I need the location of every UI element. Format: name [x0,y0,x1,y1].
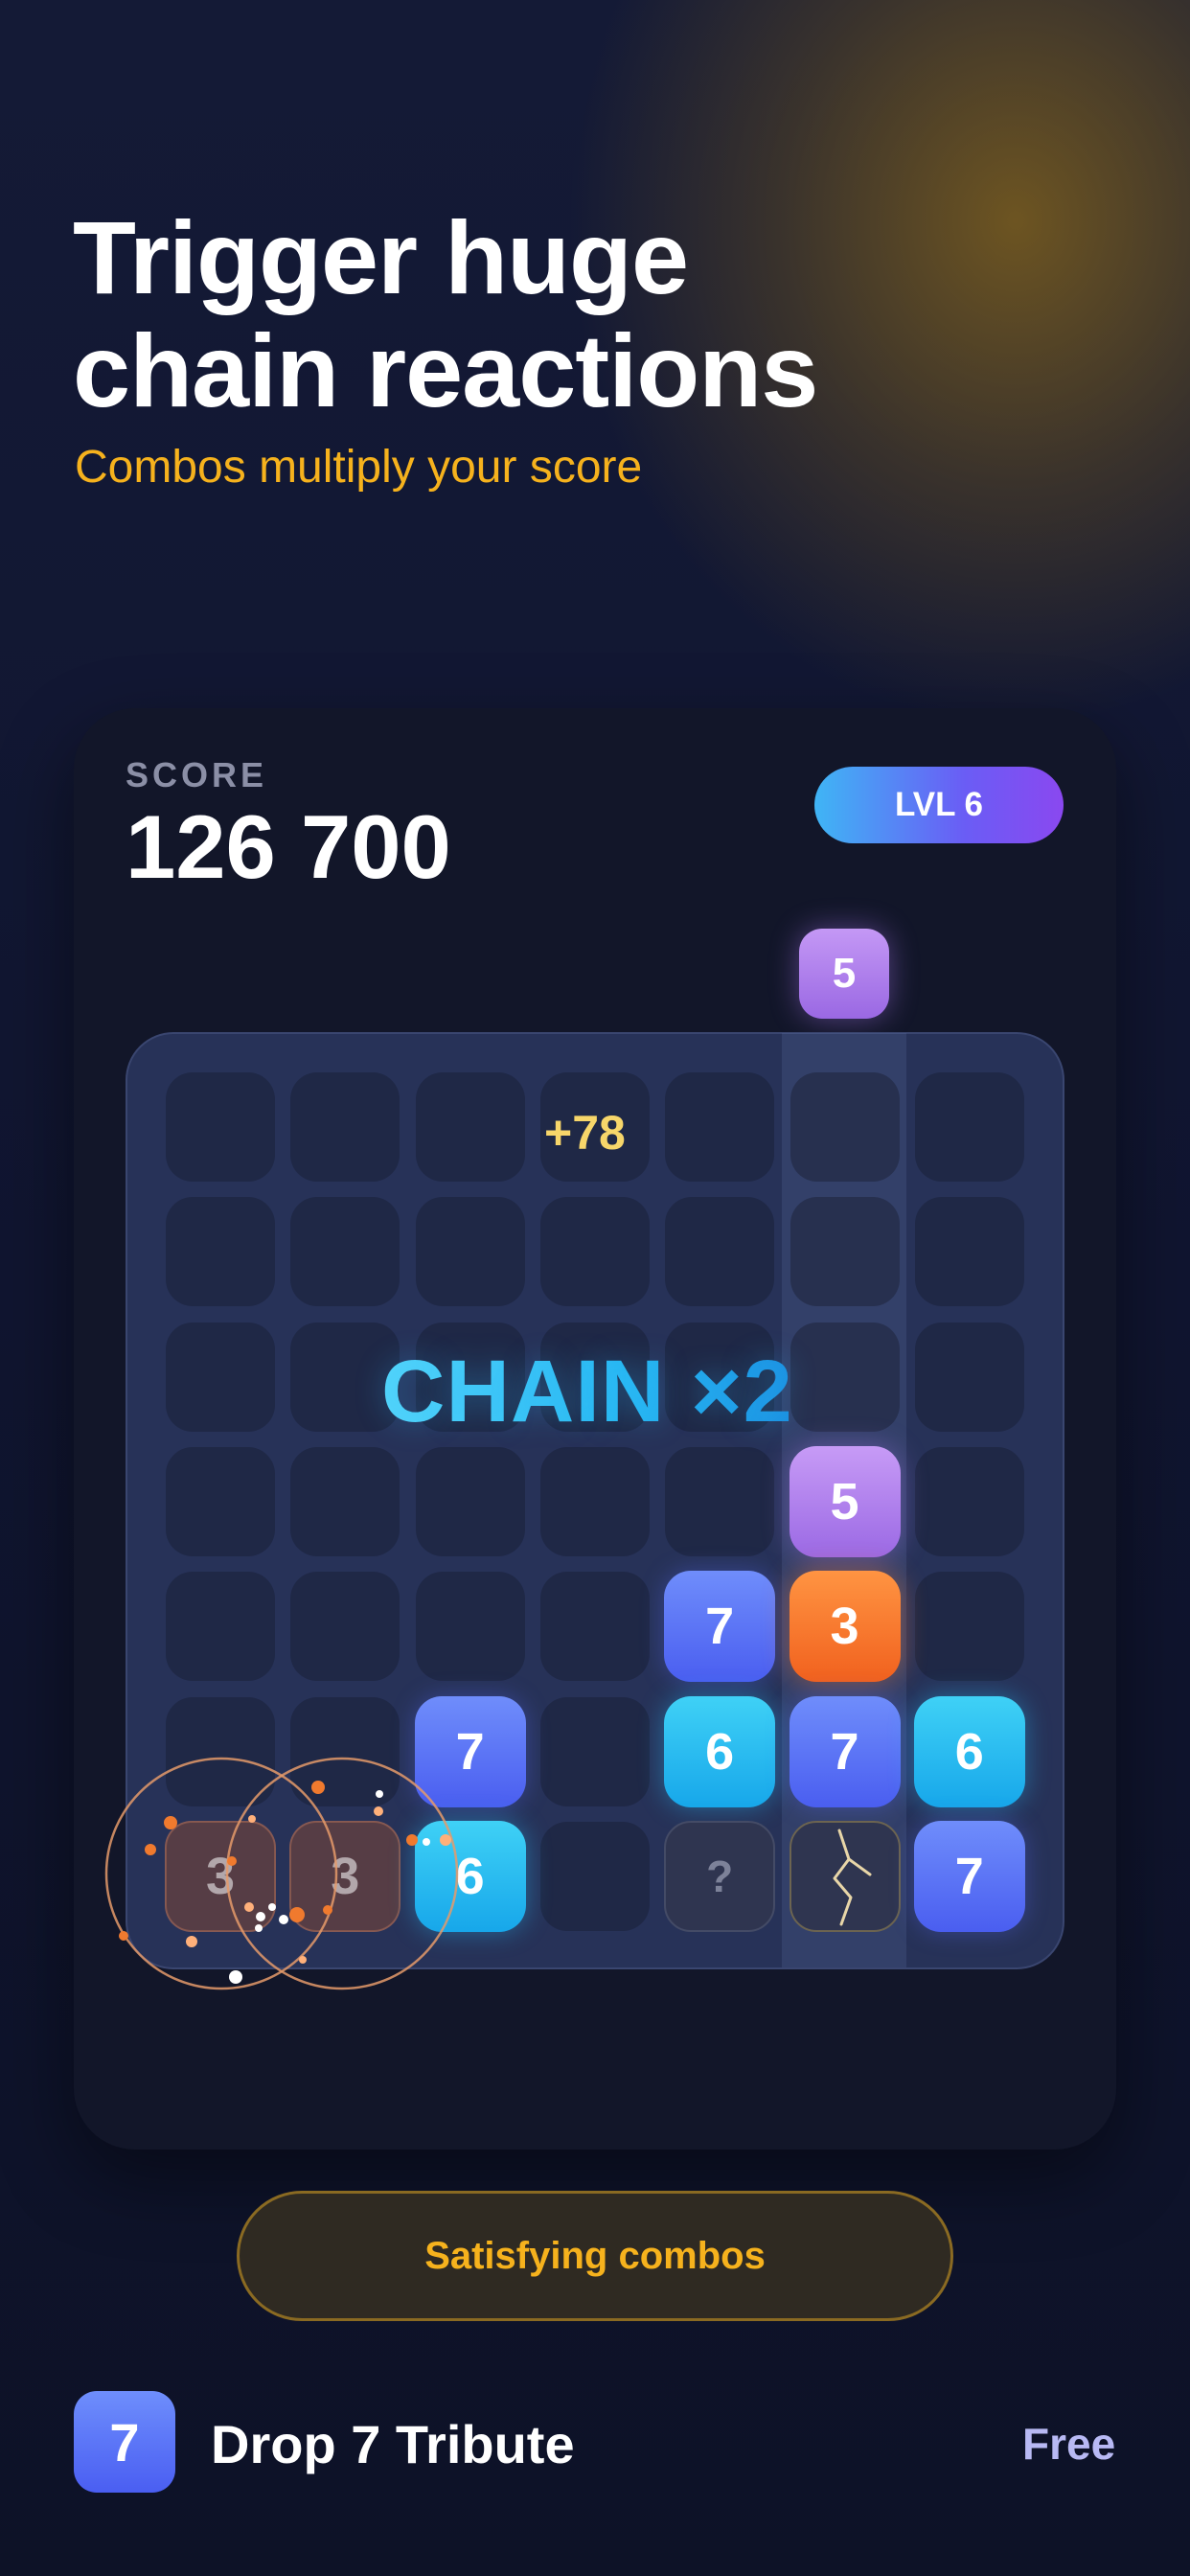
cracked-tile [789,1820,901,1932]
board-cell [290,1572,400,1682]
board-cell [665,1446,775,1556]
exploding-tile: 3 [289,1820,401,1932]
board-cell [539,1197,650,1307]
level-badge: LVL 6 [814,767,1064,843]
score-label: SCORE [126,755,268,794]
board-cell [539,1821,650,1931]
app-name[interactable]: Drop 7 Tribute [211,2413,575,2475]
number-tile: 7 [913,1820,1025,1932]
board-cell [790,1197,900,1307]
board-cell [914,1446,1024,1556]
hidden-tile: ? [664,1820,776,1932]
board-cell [415,1446,525,1556]
board-cell [415,1197,525,1307]
headline-line-2: chain reactions [73,312,818,428]
number-tile: 6 [414,1820,526,1932]
headline-line-1: Trigger huge [73,199,689,315]
chain-multiplier-text: CHAIN ×2 [381,1343,793,1440]
board-cell [166,1446,275,1556]
board-cell [539,1572,650,1682]
board-cell [166,1322,275,1432]
subheadline: Combos multiply your score [75,442,643,493]
app-icon[interactable]: 7 [74,2391,175,2493]
next-drop-tile[interactable]: 5 [799,929,889,1019]
board-cell [665,1072,775,1182]
board-cell [790,1072,900,1182]
board-cell [914,1572,1024,1682]
feature-pill: Satisfying combos [237,2191,953,2321]
board-cell [166,1696,275,1806]
score-value: 126 700 [126,796,451,897]
board-cell [290,1197,400,1307]
board-cell [290,1072,400,1182]
board-cell [290,1696,400,1806]
board-cell [914,1197,1024,1307]
board-cell [914,1322,1024,1432]
number-tile: 7 [414,1695,526,1807]
board-cell [539,1696,650,1806]
app-price[interactable]: Free [1022,2418,1115,2470]
board-cell [914,1072,1024,1182]
board-cell [290,1446,400,1556]
board-cell [166,1197,275,1307]
headline: Trigger huge chain reactions [73,201,1127,427]
crack-icon [833,1828,871,1926]
board-cell [539,1446,650,1556]
number-tile: 3 [789,1571,901,1683]
board-cell [790,1322,900,1432]
board-cell [665,1197,775,1307]
number-tile: 6 [913,1695,1025,1807]
board-cell [166,1072,275,1182]
number-tile: 7 [664,1571,776,1683]
number-tile: 6 [664,1695,776,1807]
exploding-tile: 3 [165,1820,276,1932]
board-cell [415,1572,525,1682]
points-popup: +78 [544,1106,626,1160]
board-cell [166,1572,275,1682]
number-tile: 5 [789,1445,901,1557]
number-tile: 7 [789,1695,901,1807]
board-cell [415,1072,525,1182]
